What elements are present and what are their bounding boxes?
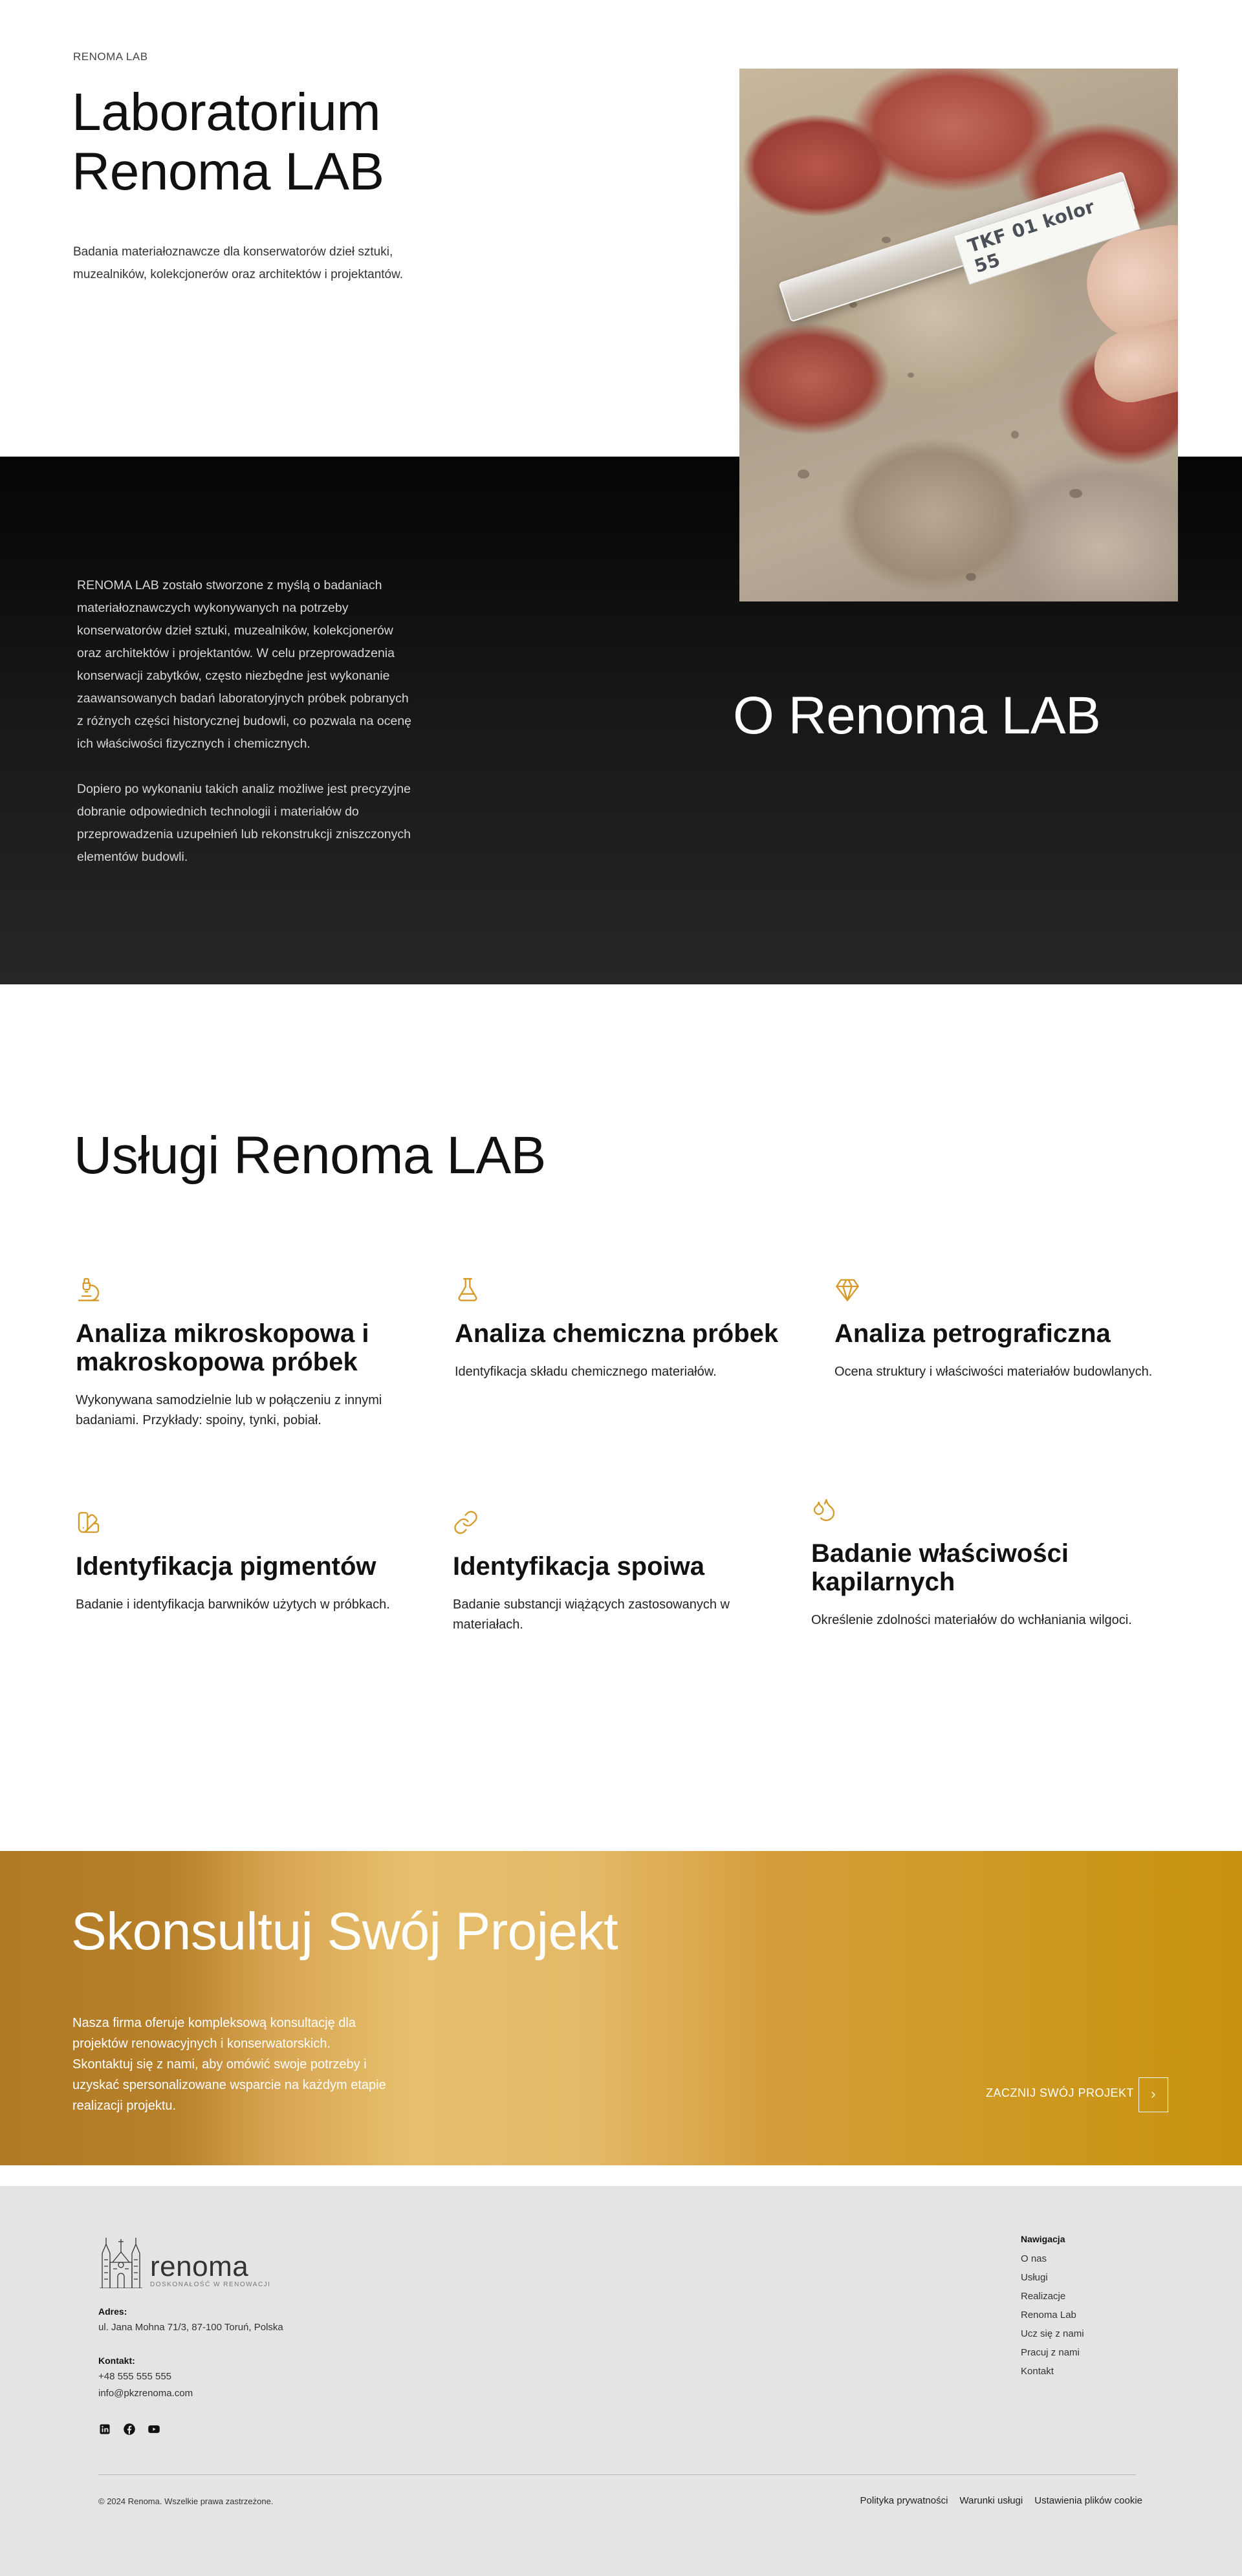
footer-nav-services[interactable]: Usługi xyxy=(1021,2268,1084,2287)
service-title: Identyfikacja spoiwa xyxy=(453,1552,705,1581)
about-paragraph-1: RENOMA LAB zostało stworzone z myślą o b… xyxy=(77,578,412,751)
footer-logo[interactable]: renoma DOSKONAŁOŚĆ W RENOWACJI xyxy=(98,2234,270,2288)
service-card: Analiza mikroskopowa i makroskopowa prób… xyxy=(76,1277,412,1431)
footer-nav-contact[interactable]: Kontakt xyxy=(1021,2362,1084,2381)
hero-eyebrow: RENOMA LAB xyxy=(73,50,148,63)
privacy-policy-link[interactable]: Polityka prywatności xyxy=(860,2495,948,2506)
address-label: Adres: xyxy=(98,2306,127,2317)
services-heading: Usługi Renoma LAB xyxy=(74,1126,546,1185)
cookie-settings-link[interactable]: Ustawienia plików cookie xyxy=(1034,2495,1142,2506)
about-text: RENOMA LAB zostało stworzone z myślą o b… xyxy=(77,574,413,869)
service-title: Identyfikacja pigmentów xyxy=(76,1552,376,1581)
sample-tube: TKF 01 kolor 55 xyxy=(778,171,1140,323)
swatch-icon xyxy=(78,1511,100,1533)
services-section: Usługi Renoma LAB Analiza mikroskopowa i… xyxy=(0,984,1242,1851)
footer: renoma DOSKONAŁOŚĆ W RENOWACJI Adres: ul… xyxy=(0,2186,1242,2576)
service-card: Identyfikacja pigmentów Badanie i identy… xyxy=(76,1510,412,1615)
hero-title-line1: Laboratorium xyxy=(72,83,381,142)
start-project-button[interactable] xyxy=(1138,2077,1168,2112)
hero-title-line2: Renoma LAB xyxy=(72,142,384,201)
logo-wordmark: renoma xyxy=(150,2251,249,2282)
footer-nav-about[interactable]: O nas xyxy=(1021,2249,1084,2268)
droplets-icon xyxy=(813,1499,835,1521)
contact-label: Kontakt: xyxy=(98,2355,135,2366)
service-card: Badanie właściwości kapilarnych Określen… xyxy=(811,1497,1148,1630)
service-title: Analiza chemiczna próbek xyxy=(455,1319,779,1348)
service-card: Analiza petrograficzna Ocena struktury i… xyxy=(834,1277,1171,1382)
consult-section: Skonsultuj Swój Projekt Nasza firma ofer… xyxy=(0,1851,1242,2165)
flask-icon xyxy=(458,1278,477,1301)
hero-title: Laboratorium Renoma LAB xyxy=(72,83,384,202)
service-card: Analiza chemiczna próbek Identyfikacja s… xyxy=(455,1277,791,1382)
copyright: © 2024 Renoma. Wszelkie prawa zastrzeżon… xyxy=(98,2496,274,2506)
footer-divider xyxy=(98,2474,1136,2475)
logo-tagline: DOSKONAŁOŚĆ W RENOWACJI xyxy=(150,2281,271,2288)
consult-text: Nasza firma oferuje kompleksową konsulta… xyxy=(72,2016,386,2113)
consult-heading: Skonsultuj Swój Projekt xyxy=(71,1902,618,1961)
legal-links: Polityka prywatności Warunki usługi Usta… xyxy=(860,2495,1142,2506)
footer-nav-projects[interactable]: Realizacje xyxy=(1021,2287,1084,2306)
linkedin-icon[interactable] xyxy=(98,2423,111,2436)
address-value: ul. Jana Mohna 71/3, 87-100 Toruń, Polsk… xyxy=(98,2322,283,2333)
facebook-icon[interactable] xyxy=(123,2423,136,2436)
service-title: Analiza petrograficzna xyxy=(834,1319,1111,1348)
service-text: Określenie zdolności materiałów do wchła… xyxy=(811,1613,1132,1627)
service-text: Identyfikacja składu chemicznego materia… xyxy=(455,1365,717,1379)
service-text: Badanie substancji wiążących zastosowany… xyxy=(453,1597,730,1632)
youtube-icon[interactable] xyxy=(147,2423,160,2436)
service-title: Analiza mikroskopowa i makroskopowa prób… xyxy=(76,1319,369,1376)
about-paragraph-2: Dopiero po wykonaniu takich analiz możli… xyxy=(77,782,411,864)
link-icon xyxy=(454,1511,477,1534)
chevron-right-icon xyxy=(1151,2092,1155,2098)
footer-nav-learn[interactable]: Ucz się z nami xyxy=(1021,2324,1084,2343)
service-title: Badanie właściwości kapilarnych xyxy=(811,1539,1069,1596)
footer-nav-careers[interactable]: Pracuj z nami xyxy=(1021,2343,1084,2362)
social-links xyxy=(98,2423,160,2436)
service-text: Ocena struktury i właściwości materiałów… xyxy=(834,1365,1153,1379)
service-card: Identyfikacja spoiwa Badanie substancji … xyxy=(453,1510,789,1635)
start-project-link[interactable]: ZACZNIJ SWÓJ PROJEKT xyxy=(986,2086,1134,2100)
microscope-icon xyxy=(78,1278,100,1301)
footer-nav-title: Nawigacja xyxy=(1021,2234,1065,2244)
finger-shape-2 xyxy=(1087,316,1178,410)
page: RENOMA LAB Laboratorium Renoma LAB Badan… xyxy=(0,0,1242,2576)
about-heading: O Renoma LAB xyxy=(733,686,1101,745)
footer-nav-renoma-lab[interactable]: Renoma Lab xyxy=(1021,2306,1084,2324)
footer-nav: Nawigacja O nas Usługi Realizacje Renoma… xyxy=(1021,2234,1084,2381)
church-logo-icon xyxy=(100,2238,142,2288)
service-text: Wykonywana samodzielnie lub w połączeniu… xyxy=(76,1393,382,1427)
service-text: Badanie i identyfikacja barwników użytyc… xyxy=(76,1597,390,1612)
hero-photo: TKF 01 kolor 55 xyxy=(739,69,1178,601)
gem-icon xyxy=(836,1279,859,1301)
phone-link[interactable]: +48 555 555 555 xyxy=(98,2368,171,2385)
hero-lead: Badania materiałoznawcze dla konserwator… xyxy=(73,245,404,281)
terms-link[interactable]: Warunki usługi xyxy=(959,2495,1023,2506)
email-link[interactable]: info@pkzrenoma.com xyxy=(98,2385,193,2402)
